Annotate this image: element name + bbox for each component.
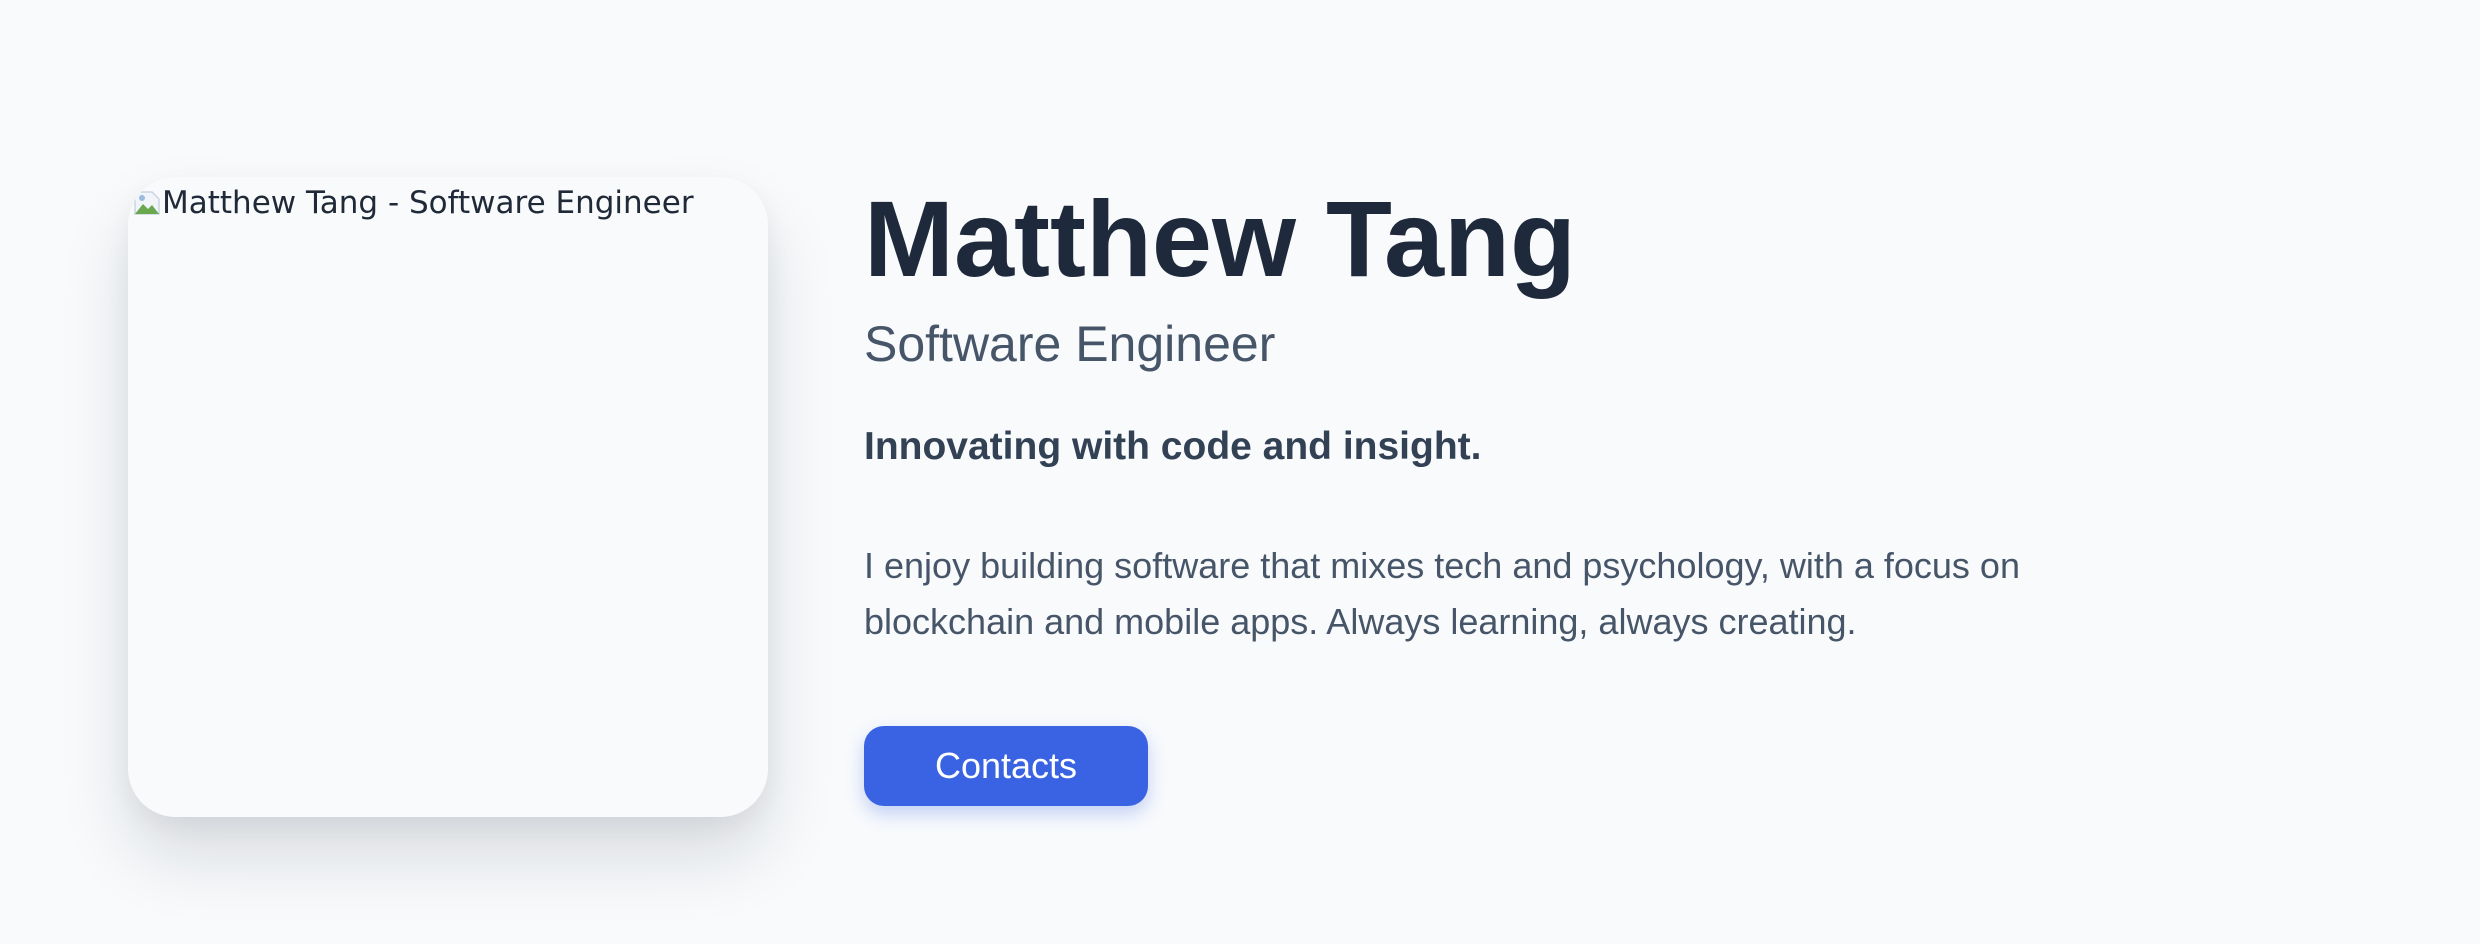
profile-bio-line-2: blockchain and mobile apps. Always learn… xyxy=(864,601,1857,642)
profile-photo-alt-text: Matthew Tang - Software Engineer xyxy=(162,185,694,221)
broken-image-icon xyxy=(134,191,160,215)
profile-photo-alt: Matthew Tang - Software Engineer xyxy=(132,185,694,221)
profile-bio-line-1: I enjoy building software that mixes tec… xyxy=(864,545,2020,586)
profile-photo: Matthew Tang - Software Engineer xyxy=(128,177,768,817)
profile-role: Software Engineer xyxy=(864,316,1276,372)
profile-bio: I enjoy building software that mixes tec… xyxy=(864,538,2164,650)
contacts-button[interactable]: Contacts xyxy=(864,726,1148,806)
profile-info: Matthew Tang Software Engineer Innovatin… xyxy=(864,178,2164,806)
profile-tagline: Innovating with code and insight. xyxy=(864,425,1482,468)
profile-name: Matthew Tang xyxy=(864,178,1576,299)
hero-section: Matthew Tang - Software Engineer Matthew… xyxy=(0,0,2480,944)
